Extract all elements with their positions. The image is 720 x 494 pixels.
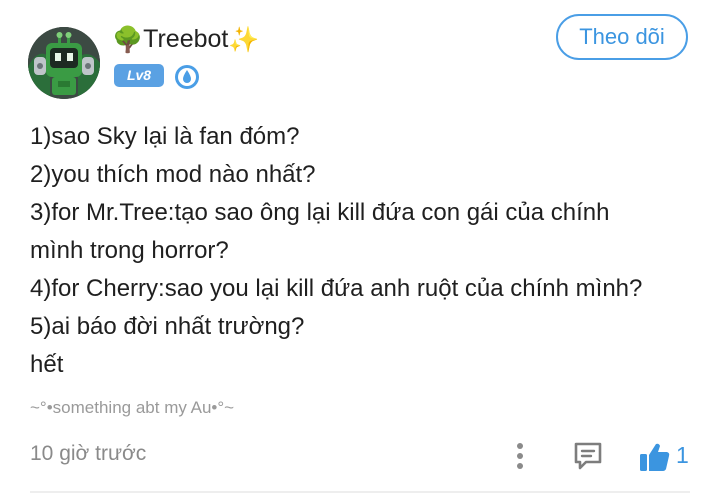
post-line: 1)sao Sky lại là fan đóm? bbox=[30, 123, 300, 150]
water-drop-badge-icon bbox=[175, 65, 199, 89]
author-name-text: Treebot bbox=[143, 25, 229, 53]
sparkles-emoji: ✨ bbox=[228, 26, 260, 55]
post-timestamp: 10 giờ trước bbox=[30, 442, 147, 465]
post-line: 3)for Mr.Tree:tạo sao ông lại kill đứa c… bbox=[30, 199, 610, 226]
post-content: 1)sao Sky lại là fan đóm? 2)you thích mo… bbox=[30, 118, 700, 384]
robot-avatar-icon bbox=[28, 27, 100, 99]
post-line: mình trong horror? bbox=[30, 237, 229, 264]
divider bbox=[30, 491, 690, 493]
post-header: 🌳Treebot✨ Lv8 Theo dõi bbox=[0, 0, 720, 110]
like-count: 1 bbox=[676, 442, 689, 468]
comment-icon[interactable] bbox=[572, 440, 604, 472]
thumbs-up-icon[interactable] bbox=[638, 440, 672, 474]
author-avatar[interactable] bbox=[28, 27, 100, 99]
post-signature: ~°•something abt my Au•°~ bbox=[30, 398, 235, 417]
post-line: 2)you thích mod nào nhất? bbox=[30, 161, 316, 188]
more-vertical-icon[interactable] bbox=[508, 440, 532, 472]
author-name[interactable]: 🌳Treebot✨ bbox=[112, 22, 260, 56]
post-line: 5)ai báo đời nhất trường? bbox=[30, 313, 305, 340]
follow-button[interactable]: Theo dõi bbox=[556, 14, 688, 60]
post-line: hết bbox=[30, 351, 64, 378]
post-footer: 10 giờ trước 1 bbox=[0, 430, 720, 484]
tree-emoji: 🌳 bbox=[112, 26, 144, 55]
post-line: 4)for Cherry:sao you lại kill đứa anh ru… bbox=[30, 275, 643, 302]
level-badge: Lv8 bbox=[114, 64, 164, 87]
